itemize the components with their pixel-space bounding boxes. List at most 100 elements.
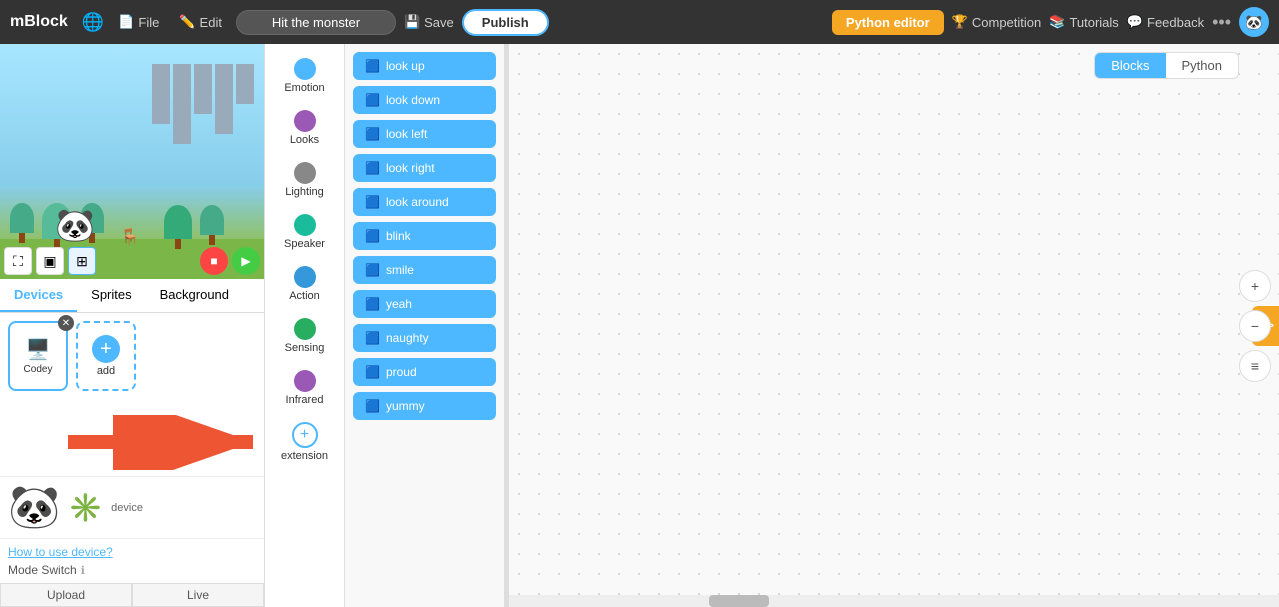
- infrared-dot: [294, 370, 316, 392]
- edit-button[interactable]: ✏️ Edit: [173, 10, 228, 34]
- feedback-button[interactable]: 💬 Feedback: [1127, 14, 1204, 30]
- sensing-label: Sensing: [285, 342, 325, 354]
- tutorials-button[interactable]: 📚 Tutorials: [1049, 14, 1119, 30]
- fit-button[interactable]: ≡: [1239, 350, 1271, 382]
- add-label: add: [97, 365, 115, 377]
- plus-icon: +: [92, 335, 120, 363]
- save-icon: 💾: [404, 14, 420, 30]
- emotion-dot: [294, 58, 316, 80]
- bottom-bar: How to use device? Mode Switch ℹ: [0, 538, 264, 583]
- category-action[interactable]: Action: [270, 260, 340, 308]
- block-naughty[interactable]: 🟦 naughty: [353, 324, 496, 352]
- lighting-dot: [294, 162, 316, 184]
- header: mBlock 🌐 📄 File ✏️ Edit 💾 Save Publish P…: [0, 0, 1279, 44]
- block-look-around[interactable]: 🟦 look around: [353, 188, 496, 216]
- stage-stop-button[interactable]: ■: [200, 247, 228, 275]
- category-lighting[interactable]: Lighting: [270, 156, 340, 204]
- logo: mBlock: [10, 13, 68, 31]
- zoom-out-button[interactable]: −: [1239, 310, 1271, 342]
- speaker-label: Speaker: [284, 238, 325, 250]
- block-blink[interactable]: 🟦 blink: [353, 222, 496, 250]
- action-label: Action: [289, 290, 320, 302]
- tab-background[interactable]: Background: [146, 279, 243, 312]
- block-icon: 🟦: [365, 161, 380, 175]
- category-speaker[interactable]: Speaker: [270, 208, 340, 256]
- block-look-left[interactable]: 🟦 look left: [353, 120, 496, 148]
- live-button[interactable]: Live: [132, 583, 264, 607]
- feedback-icon: 💬: [1127, 14, 1143, 30]
- block-look-up[interactable]: 🟦 look up: [353, 52, 496, 80]
- horizontal-scrollbar[interactable]: [509, 595, 1279, 607]
- competition-icon: 🏆: [952, 14, 968, 30]
- publish-button[interactable]: Publish: [462, 9, 549, 36]
- emotion-label: Emotion: [284, 82, 324, 94]
- looks-label: Looks: [290, 134, 319, 146]
- block-proud[interactable]: 🟦 proud: [353, 358, 496, 386]
- categories-panel: Emotion Looks Lighting Speaker Action Se…: [265, 44, 345, 607]
- python-editor-button[interactable]: Python editor: [832, 10, 944, 35]
- main: 🪑 🐼 ⛶ ▣ ⊞ ■ ▶ Devices Sprites: [0, 44, 1279, 607]
- upload-live-bar: Upload Live: [0, 583, 264, 607]
- extension-label: extension: [281, 450, 328, 462]
- globe-icon[interactable]: 🌐: [82, 12, 104, 33]
- close-button[interactable]: ✕: [58, 315, 74, 331]
- info-icon: ℹ: [81, 564, 85, 577]
- block-look-down[interactable]: 🟦 look down: [353, 86, 496, 114]
- file-icon: 📄: [118, 14, 134, 30]
- category-sensing[interactable]: Sensing: [270, 312, 340, 360]
- category-emotion[interactable]: Emotion: [270, 52, 340, 100]
- block-look-right[interactable]: 🟦 look right: [353, 154, 496, 182]
- codey-device-card[interactable]: ✕ 🖥️ Codey: [8, 321, 68, 391]
- category-looks[interactable]: Looks: [270, 104, 340, 152]
- block-icon: 🟦: [365, 297, 380, 311]
- how-to-use-link[interactable]: How to use device?: [8, 545, 256, 559]
- edit-icon: ✏️: [179, 14, 195, 30]
- block-icon: 🟦: [365, 263, 380, 277]
- speaker-dot: [294, 214, 316, 236]
- extension-dot: +: [292, 422, 318, 448]
- stage-fullscreen-button[interactable]: ⛶: [4, 247, 32, 275]
- coding-area[interactable]: Blocks Python </> + − ≡: [509, 44, 1279, 607]
- block-smile[interactable]: 🟦 smile: [353, 256, 496, 284]
- block-yummy[interactable]: 🟦 yummy: [353, 392, 496, 420]
- stage: 🪑 🐼 ⛶ ▣ ⊞ ■ ▶: [0, 44, 264, 279]
- category-extension[interactable]: + extension: [270, 416, 340, 468]
- competition-button[interactable]: 🏆 Competition: [952, 14, 1042, 30]
- more-button[interactable]: •••: [1212, 12, 1231, 33]
- device-label: Codey: [24, 364, 53, 375]
- tab-sprites[interactable]: Sprites: [77, 279, 145, 312]
- block-icon: 🟦: [365, 93, 380, 107]
- category-infrared[interactable]: Infrared: [270, 364, 340, 412]
- stage-small-button[interactable]: ⊞: [68, 247, 96, 275]
- add-device-button[interactable]: + add: [76, 321, 136, 391]
- file-button[interactable]: 📄 File: [112, 10, 165, 34]
- action-dot: [294, 266, 316, 288]
- left-panel: 🪑 🐼 ⛶ ▣ ⊞ ■ ▶ Devices Sprites: [0, 44, 265, 607]
- sprite-area: 🐼 ✳️ device: [0, 476, 264, 538]
- avatar[interactable]: 🐼: [1239, 7, 1269, 37]
- blocks-panel: 🟦 look up 🟦 look down 🟦 look left 🟦 look…: [345, 44, 505, 607]
- block-icon: 🟦: [365, 229, 380, 243]
- block-icon: 🟦: [365, 59, 380, 73]
- spinner-icon: ✳️: [68, 491, 103, 524]
- block-icon: 🟦: [365, 399, 380, 413]
- tab-blocks[interactable]: Blocks: [1095, 53, 1165, 78]
- upload-button[interactable]: Upload: [0, 583, 132, 607]
- stage-medium-button[interactable]: ▣: [36, 247, 64, 275]
- device-icon: 🖥️: [26, 337, 51, 362]
- save-button[interactable]: 💾 Save: [404, 14, 454, 30]
- stage-go-button[interactable]: ▶: [232, 247, 260, 275]
- looks-dot: [294, 110, 316, 132]
- mode-switch: Mode Switch ℹ: [8, 563, 256, 577]
- lighting-label: Lighting: [285, 186, 324, 198]
- tab-python[interactable]: Python: [1166, 53, 1238, 78]
- block-yeah[interactable]: 🟦 yeah: [353, 290, 496, 318]
- sprite-panda: 🐼: [8, 483, 60, 532]
- block-icon: 🟦: [365, 365, 380, 379]
- zoom-in-button[interactable]: +: [1239, 270, 1271, 302]
- tab-devices[interactable]: Devices: [0, 279, 77, 312]
- stop-icon: ■: [210, 254, 217, 268]
- go-icon: ▶: [241, 254, 250, 268]
- project-name-input[interactable]: [236, 10, 396, 35]
- block-icon: 🟦: [365, 127, 380, 141]
